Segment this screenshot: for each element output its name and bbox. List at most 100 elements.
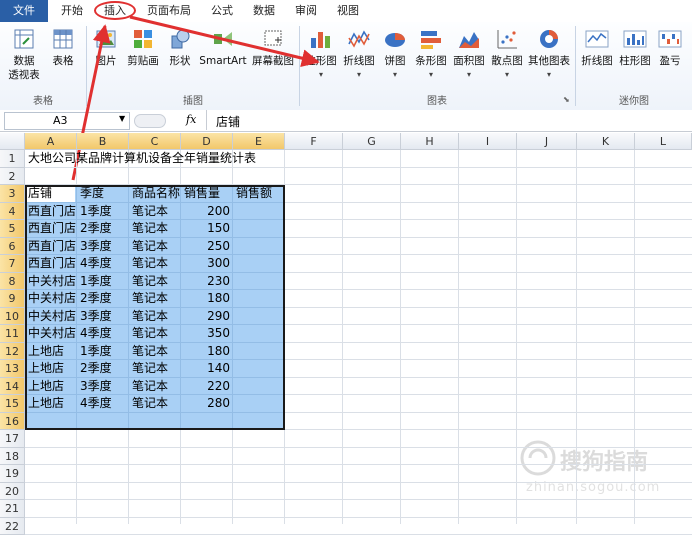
- data-cell[interactable]: 2季度: [77, 360, 129, 378]
- row-header-13[interactable]: 13: [0, 360, 25, 378]
- row-header-2[interactable]: 2: [0, 168, 25, 186]
- tab-file[interactable]: 文件: [0, 0, 48, 22]
- formula-collapse-handle[interactable]: [134, 114, 166, 128]
- data-cell[interactable]: 中关村店: [25, 308, 77, 326]
- scatter-chart-button[interactable]: 散点图 ▾: [488, 28, 526, 82]
- data-cell[interactable]: 350: [181, 325, 233, 343]
- row-header-9[interactable]: 9: [0, 290, 25, 308]
- data-cell[interactable]: [233, 378, 285, 396]
- row-header-17[interactable]: 17: [0, 430, 25, 448]
- data-cell[interactable]: 250: [181, 238, 233, 256]
- row-header-7[interactable]: 7: [0, 255, 25, 273]
- data-cell[interactable]: 中关村店: [25, 273, 77, 291]
- data-cell[interactable]: 180: [181, 290, 233, 308]
- tab-page-layout[interactable]: 页面布局: [140, 0, 198, 22]
- data-cell[interactable]: [233, 238, 285, 256]
- data-cell[interactable]: 2季度: [77, 290, 129, 308]
- data-cell[interactable]: 300: [181, 255, 233, 273]
- data-cell[interactable]: 西直门店: [25, 255, 77, 273]
- row-header-4[interactable]: 4: [0, 203, 25, 221]
- column-header-c[interactable]: C: [129, 133, 181, 150]
- data-cell[interactable]: 2季度: [77, 220, 129, 238]
- column-header-a[interactable]: A: [25, 133, 77, 150]
- tab-insert[interactable]: 插入: [96, 0, 134, 22]
- data-cell[interactable]: 笔记本: [129, 238, 181, 256]
- column-header-h[interactable]: H: [401, 133, 459, 150]
- column-header-i[interactable]: I: [459, 133, 517, 150]
- pie-chart-button[interactable]: 饼图 ▾: [378, 28, 412, 82]
- sparkline-winloss-button[interactable]: 盈亏: [654, 28, 686, 68]
- chevron-down-icon[interactable]: ▼: [119, 114, 125, 123]
- sparkline-line-button[interactable]: 折线图: [578, 28, 616, 68]
- smartart-button[interactable]: SmartArt: [198, 28, 248, 68]
- row-header-3[interactable]: 3: [0, 185, 25, 203]
- screenshot-button[interactable]: 屏幕截图: [250, 28, 296, 68]
- data-cell[interactable]: 上地店: [25, 378, 77, 396]
- data-cell[interactable]: 西直门店: [25, 220, 77, 238]
- bar-chart-button[interactable]: 条形图 ▾: [412, 28, 450, 82]
- name-box[interactable]: A3 ▼: [4, 112, 130, 130]
- row-header-20[interactable]: 20: [0, 483, 25, 501]
- formula-input[interactable]: 店铺: [206, 110, 692, 130]
- data-cell[interactable]: 笔记本: [129, 378, 181, 396]
- data-cell[interactable]: 中关村店: [25, 325, 77, 343]
- other-charts-button[interactable]: 其他图表 ▾: [526, 28, 572, 82]
- area-chart-button[interactable]: 面积图 ▾: [450, 28, 488, 82]
- header-cell[interactable]: 店铺: [25, 185, 77, 203]
- pivot-table-button[interactable]: 数据 透视表: [4, 28, 44, 82]
- data-cell[interactable]: [233, 343, 285, 361]
- row-header-8[interactable]: 8: [0, 273, 25, 291]
- data-cell[interactable]: 180: [181, 343, 233, 361]
- data-cell[interactable]: 1季度: [77, 203, 129, 221]
- data-cell[interactable]: 笔记本: [129, 220, 181, 238]
- header-cell[interactable]: 商品名称: [129, 185, 181, 203]
- data-cell[interactable]: [233, 290, 285, 308]
- data-cell[interactable]: 笔记本: [129, 325, 181, 343]
- row-header-22[interactable]: 22: [0, 518, 25, 535]
- data-cell[interactable]: [233, 360, 285, 378]
- data-cell[interactable]: 笔记本: [129, 290, 181, 308]
- data-cell[interactable]: 笔记本: [129, 308, 181, 326]
- data-cell[interactable]: 上地店: [25, 360, 77, 378]
- row-header-5[interactable]: 5: [0, 220, 25, 238]
- tab-home[interactable]: 开始: [54, 0, 90, 22]
- tab-data[interactable]: 数据: [246, 0, 282, 22]
- row-header-12[interactable]: 12: [0, 343, 25, 361]
- data-cell[interactable]: [233, 220, 285, 238]
- shapes-button[interactable]: 形状: [164, 28, 196, 68]
- row-header-1[interactable]: 1: [0, 150, 25, 168]
- sheet-title-cell[interactable]: 大地公司某品牌计算机设备全年销量统计表: [25, 150, 295, 168]
- sparkline-column-button[interactable]: 柱形图: [616, 28, 654, 68]
- column-header-g[interactable]: G: [343, 133, 401, 150]
- column-header-d[interactable]: D: [181, 133, 233, 150]
- data-cell[interactable]: 西直门店: [25, 203, 77, 221]
- column-header-j[interactable]: J: [517, 133, 577, 150]
- header-cell[interactable]: 销售额: [233, 185, 285, 203]
- data-cell[interactable]: 280: [181, 395, 233, 413]
- row-header-18[interactable]: 18: [0, 448, 25, 466]
- data-cell[interactable]: 笔记本: [129, 395, 181, 413]
- header-cell[interactable]: 销售量: [181, 185, 233, 203]
- row-header-15[interactable]: 15: [0, 395, 25, 413]
- row-header-19[interactable]: 19: [0, 465, 25, 483]
- data-cell[interactable]: 西直门店: [25, 238, 77, 256]
- data-cell[interactable]: 中关村店: [25, 290, 77, 308]
- data-cell[interactable]: [233, 273, 285, 291]
- row-header-10[interactable]: 10: [0, 308, 25, 326]
- data-cell[interactable]: 1季度: [77, 273, 129, 291]
- row-header-14[interactable]: 14: [0, 378, 25, 396]
- data-cell[interactable]: 200: [181, 203, 233, 221]
- data-cell[interactable]: 3季度: [77, 308, 129, 326]
- tab-formulas[interactable]: 公式: [204, 0, 240, 22]
- picture-button[interactable]: 图片: [90, 28, 122, 68]
- header-cell[interactable]: 季度: [77, 185, 129, 203]
- data-cell[interactable]: [233, 203, 285, 221]
- data-cell[interactable]: 1季度: [77, 343, 129, 361]
- table-button[interactable]: 表格: [46, 28, 80, 68]
- data-cell[interactable]: 3季度: [77, 378, 129, 396]
- tab-view[interactable]: 视图: [330, 0, 366, 22]
- row-header-6[interactable]: 6: [0, 238, 25, 256]
- data-cell[interactable]: 笔记本: [129, 203, 181, 221]
- column-header-l[interactable]: L: [635, 133, 692, 150]
- data-cell[interactable]: 290: [181, 308, 233, 326]
